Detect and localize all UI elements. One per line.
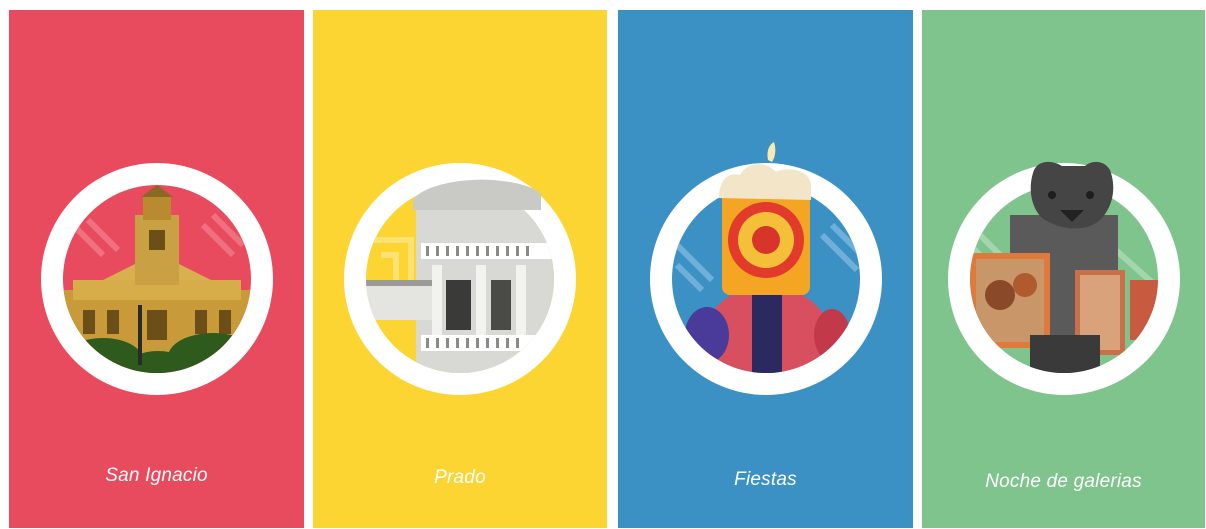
- jaguar-gallery-icon: [969, 185, 1158, 373]
- card-label: Prado: [434, 467, 486, 488]
- card-noche-de-galerias[interactable]: Noche de galerias: [922, 10, 1205, 528]
- category-cards: San Ignacio Prado Fiestas Noche de galer…: [0, 0, 1206, 529]
- card-label: San Ignacio: [105, 465, 208, 486]
- candle-icon: [671, 185, 860, 373]
- card-label: Noche de galerias: [985, 471, 1142, 492]
- colonial-house-icon: [366, 185, 554, 373]
- card-prado[interactable]: Prado: [313, 10, 607, 528]
- card-san-ignacio[interactable]: San Ignacio: [9, 10, 304, 528]
- building-icon: [62, 185, 251, 373]
- card-label: Fiestas: [734, 469, 797, 490]
- card-fiestas[interactable]: Fiestas: [618, 10, 913, 528]
